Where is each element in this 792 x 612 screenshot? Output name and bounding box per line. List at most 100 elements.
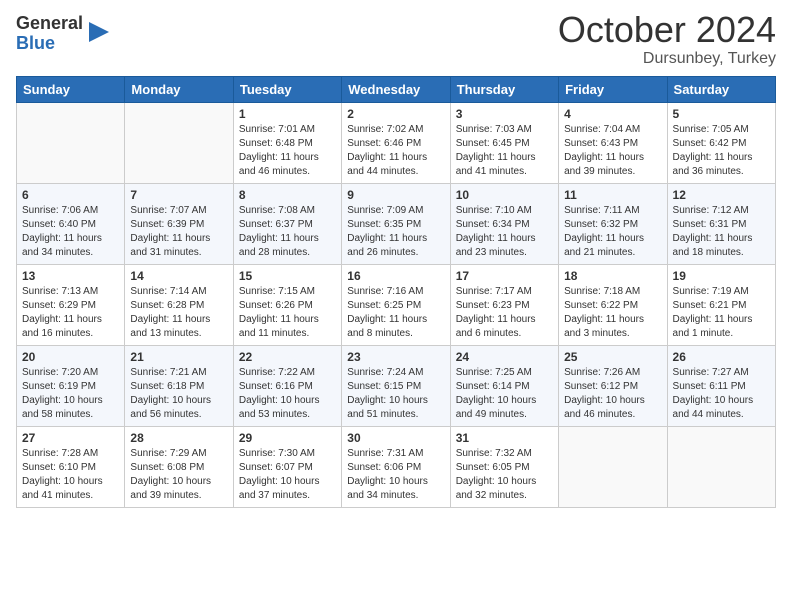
calendar-day-header: Thursday — [450, 76, 558, 102]
logo: General Blue — [16, 14, 113, 54]
day-number: 28 — [130, 431, 227, 445]
month-title: October 2024 — [558, 10, 776, 50]
day-number: 18 — [564, 269, 661, 283]
day-info: Sunrise: 7:01 AMSunset: 6:48 PMDaylight:… — [239, 123, 336, 179]
calendar-day-cell — [667, 426, 775, 507]
day-info: Sunrise: 7:10 AMSunset: 6:34 PMDaylight:… — [456, 204, 553, 260]
day-info: Sunrise: 7:30 AMSunset: 6:07 PMDaylight:… — [239, 447, 336, 503]
day-number: 25 — [564, 350, 661, 364]
calendar-day-cell: 8 Sunrise: 7:08 AMSunset: 6:37 PMDaylight… — [233, 183, 341, 264]
day-number: 4 — [564, 107, 661, 121]
day-info: Sunrise: 7:17 AMSunset: 6:23 PMDaylight:… — [456, 285, 553, 341]
calendar-day-header: Friday — [559, 76, 667, 102]
calendar-day-cell: 17 Sunrise: 7:17 AMSunset: 6:23 PMDayligh… — [450, 264, 558, 345]
day-info: Sunrise: 7:13 AMSunset: 6:29 PMDaylight:… — [22, 285, 119, 341]
calendar-day-header: Sunday — [17, 76, 125, 102]
day-info: Sunrise: 7:21 AMSunset: 6:18 PMDaylight:… — [130, 366, 227, 422]
day-number: 1 — [239, 107, 336, 121]
calendar-day-cell: 10 Sunrise: 7:10 AMSunset: 6:34 PMDayligh… — [450, 183, 558, 264]
day-number: 3 — [456, 107, 553, 121]
day-number: 26 — [673, 350, 770, 364]
day-number: 13 — [22, 269, 119, 283]
day-info: Sunrise: 7:29 AMSunset: 6:08 PMDaylight:… — [130, 447, 227, 503]
page: General Blue October 2024 Dursunbey, Tur… — [0, 0, 792, 612]
day-info: Sunrise: 7:18 AMSunset: 6:22 PMDaylight:… — [564, 285, 661, 341]
day-number: 8 — [239, 188, 336, 202]
calendar-week-row: 6Sunrise: 7:06 AMSunset: 6:40 PMDaylight… — [17, 183, 776, 264]
day-number: 10 — [456, 188, 553, 202]
day-number: 21 — [130, 350, 227, 364]
day-number: 17 — [456, 269, 553, 283]
calendar-day-cell: 29 Sunrise: 7:30 AMSunset: 6:07 PMDayligh… — [233, 426, 341, 507]
day-number: 19 — [673, 269, 770, 283]
calendar-day-cell: 28 Sunrise: 7:29 AMSunset: 6:08 PMDayligh… — [125, 426, 233, 507]
day-number: 27 — [22, 431, 119, 445]
day-number: 16 — [347, 269, 444, 283]
day-info: Sunrise: 7:09 AMSunset: 6:35 PMDaylight:… — [347, 204, 444, 260]
calendar-day-cell: 21 Sunrise: 7:21 AMSunset: 6:18 PMDayligh… — [125, 345, 233, 426]
calendar-day-cell: 26 Sunrise: 7:27 AMSunset: 6:11 PMDayligh… — [667, 345, 775, 426]
day-number: 15 — [239, 269, 336, 283]
calendar-day-cell: 27 Sunrise: 7:28 AMSunset: 6:10 PMDayligh… — [17, 426, 125, 507]
calendar-day-cell: 22 Sunrise: 7:22 AMSunset: 6:16 PMDayligh… — [233, 345, 341, 426]
title-block: October 2024 Dursunbey, Turkey — [558, 10, 776, 68]
day-info: Sunrise: 7:15 AMSunset: 6:26 PMDaylight:… — [239, 285, 336, 341]
day-info: Sunrise: 7:22 AMSunset: 6:16 PMDaylight:… — [239, 366, 336, 422]
calendar-day-cell: 24Sunrise: 7:25 AMSunset: 6:14 PMDayligh… — [450, 345, 558, 426]
calendar-header-row: SundayMondayTuesdayWednesdayThursdayFrid… — [17, 76, 776, 102]
logo-general-text: General — [16, 14, 83, 34]
calendar-day-cell: 14 Sunrise: 7:14 AMSunset: 6:28 PMDayligh… — [125, 264, 233, 345]
day-info: Sunrise: 7:19 AMSunset: 6:21 PMDaylight:… — [673, 285, 770, 341]
calendar-day-cell: 4Sunrise: 7:04 AMSunset: 6:43 PMDaylight… — [559, 102, 667, 183]
calendar-day-cell: 1 Sunrise: 7:01 AMSunset: 6:48 PMDaylight… — [233, 102, 341, 183]
location-subtitle: Dursunbey, Turkey — [558, 50, 776, 68]
day-info: Sunrise: 7:08 AMSunset: 6:37 PMDaylight:… — [239, 204, 336, 260]
calendar-day-header: Tuesday — [233, 76, 341, 102]
day-info: Sunrise: 7:27 AMSunset: 6:11 PMDaylight:… — [673, 366, 770, 422]
day-info: Sunrise: 7:26 AMSunset: 6:12 PMDaylight:… — [564, 366, 661, 422]
day-info: Sunrise: 7:14 AMSunset: 6:28 PMDaylight:… — [130, 285, 227, 341]
calendar-day-cell — [17, 102, 125, 183]
day-info: Sunrise: 7:28 AMSunset: 6:10 PMDaylight:… — [22, 447, 119, 503]
calendar-day-cell: 16 Sunrise: 7:16 AMSunset: 6:25 PMDayligh… — [342, 264, 450, 345]
day-info: Sunrise: 7:16 AMSunset: 6:25 PMDaylight:… — [347, 285, 444, 341]
day-number: 29 — [239, 431, 336, 445]
day-number: 23 — [347, 350, 444, 364]
calendar-day-cell: 11Sunrise: 7:11 AMSunset: 6:32 PMDayligh… — [559, 183, 667, 264]
calendar-day-cell — [125, 102, 233, 183]
calendar-day-cell: 30Sunrise: 7:31 AMSunset: 6:06 PMDayligh… — [342, 426, 450, 507]
calendar-day-header: Wednesday — [342, 76, 450, 102]
logo-flag-icon — [85, 18, 113, 46]
calendar-day-cell: 15 Sunrise: 7:15 AMSunset: 6:26 PMDayligh… — [233, 264, 341, 345]
calendar-week-row: 1 Sunrise: 7:01 AMSunset: 6:48 PMDaylight… — [17, 102, 776, 183]
day-number: 7 — [130, 188, 227, 202]
calendar-week-row: 27 Sunrise: 7:28 AMSunset: 6:10 PMDayligh… — [17, 426, 776, 507]
logo-blue-text: Blue — [16, 34, 83, 54]
day-info: Sunrise: 7:20 AMSunset: 6:19 PMDaylight:… — [22, 366, 119, 422]
calendar-day-cell: 6Sunrise: 7:06 AMSunset: 6:40 PMDaylight… — [17, 183, 125, 264]
day-info: Sunrise: 7:31 AMSunset: 6:06 PMDaylight:… — [347, 447, 444, 503]
day-info: Sunrise: 7:24 AMSunset: 6:15 PMDaylight:… — [347, 366, 444, 422]
day-number: 12 — [673, 188, 770, 202]
calendar-day-cell: 13 Sunrise: 7:13 AMSunset: 6:29 PMDayligh… — [17, 264, 125, 345]
day-number: 2 — [347, 107, 444, 121]
calendar-day-cell: 31 Sunrise: 7:32 AMSunset: 6:05 PMDayligh… — [450, 426, 558, 507]
calendar-day-cell: 23 Sunrise: 7:24 AMSunset: 6:15 PMDayligh… — [342, 345, 450, 426]
calendar-day-cell — [559, 426, 667, 507]
day-number: 24 — [456, 350, 553, 364]
day-info: Sunrise: 7:03 AMSunset: 6:45 PMDaylight:… — [456, 123, 553, 179]
calendar-day-cell: 25 Sunrise: 7:26 AMSunset: 6:12 PMDayligh… — [559, 345, 667, 426]
day-number: 14 — [130, 269, 227, 283]
day-number: 22 — [239, 350, 336, 364]
calendar-week-row: 13 Sunrise: 7:13 AMSunset: 6:29 PMDayligh… — [17, 264, 776, 345]
calendar-day-cell: 12 Sunrise: 7:12 AMSunset: 6:31 PMDayligh… — [667, 183, 775, 264]
calendar-day-cell: 18 Sunrise: 7:18 AMSunset: 6:22 PMDayligh… — [559, 264, 667, 345]
day-info: Sunrise: 7:12 AMSunset: 6:31 PMDaylight:… — [673, 204, 770, 260]
day-number: 11 — [564, 188, 661, 202]
calendar-day-cell: 7Sunrise: 7:07 AMSunset: 6:39 PMDaylight… — [125, 183, 233, 264]
calendar-day-cell: 9Sunrise: 7:09 AMSunset: 6:35 PMDaylight… — [342, 183, 450, 264]
calendar-day-cell: 19 Sunrise: 7:19 AMSunset: 6:21 PMDayligh… — [667, 264, 775, 345]
day-info: Sunrise: 7:32 AMSunset: 6:05 PMDaylight:… — [456, 447, 553, 503]
day-info: Sunrise: 7:02 AMSunset: 6:46 PMDaylight:… — [347, 123, 444, 179]
day-number: 31 — [456, 431, 553, 445]
